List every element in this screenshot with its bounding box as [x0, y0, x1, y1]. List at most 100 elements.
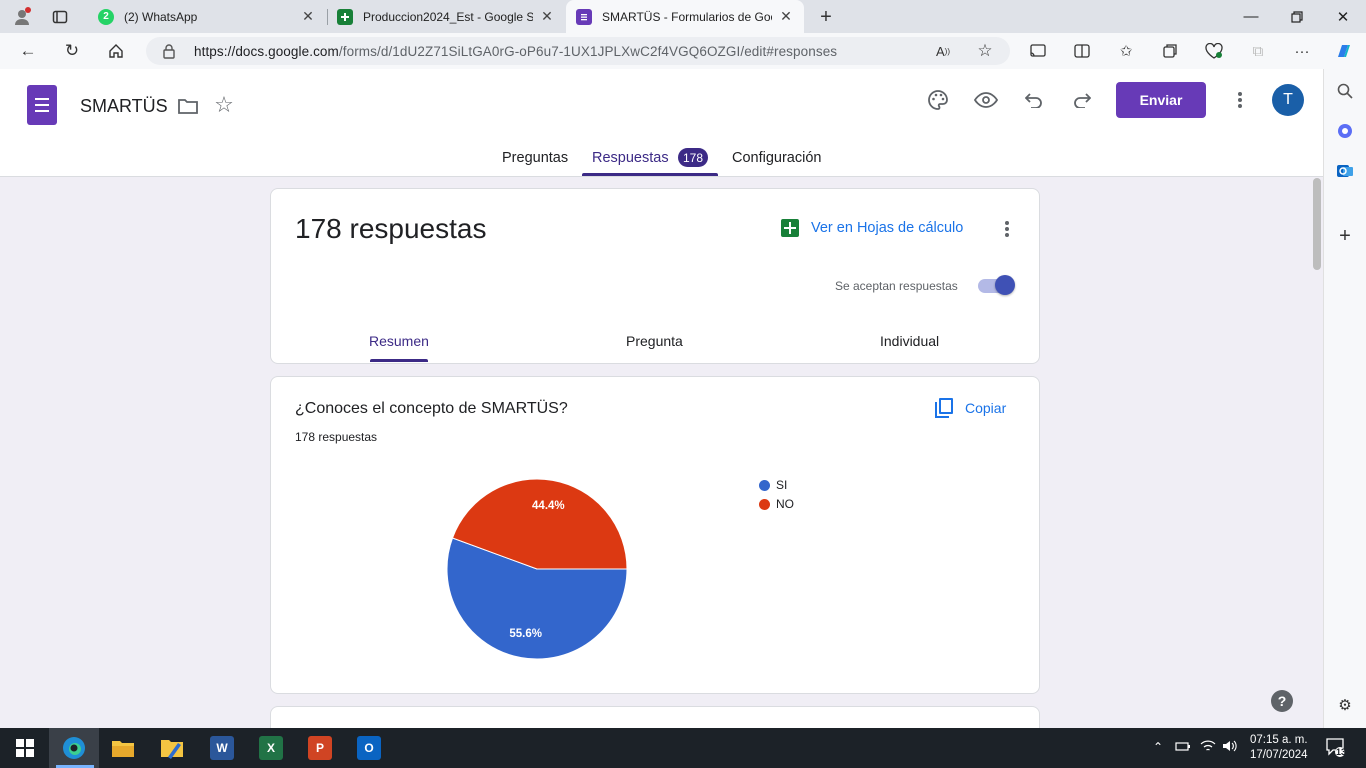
address-bar: ← ↻ https://docs.google.com/forms/d/1dU2… [0, 33, 1366, 69]
reload-icon[interactable]: ↻ [58, 37, 86, 65]
legend-label: NO [776, 497, 794, 511]
favorites-icon[interactable]: ✩ [1114, 39, 1138, 63]
tab-title: (2) WhatsApp [124, 9, 198, 24]
redo-icon[interactable] [1068, 86, 1096, 114]
minimize-icon[interactable]: — [1228, 0, 1274, 33]
scrollbar-thumb[interactable] [1313, 178, 1321, 270]
view-in-sheets-link[interactable]: Ver en Hojas de cálculo [781, 219, 963, 237]
active-subtab-indicator [370, 359, 428, 362]
windows-start-icon[interactable] [13, 736, 37, 760]
volume-icon[interactable] [1222, 740, 1238, 755]
close-icon[interactable]: ✕ [539, 8, 555, 25]
tab-settings[interactable]: Configuración [732, 150, 821, 166]
notifications-icon[interactable]: 13 [1325, 737, 1347, 760]
excel-icon[interactable]: X [259, 736, 283, 760]
whatsapp-icon: 2 [98, 8, 114, 25]
word-icon[interactable]: W [210, 736, 234, 760]
pie-chart: 55.6% 44.4% [446, 478, 628, 660]
tab-title: SMARTÜS - Formularios de Goog [602, 9, 772, 24]
favorite-star-icon[interactable]: ☆ [973, 39, 997, 63]
forms-logo-icon[interactable] [27, 85, 57, 125]
restore-icon[interactable] [1274, 0, 1320, 33]
summary-card: 178 respuestas Ver en Hojas de cálculo S… [270, 188, 1040, 364]
battery-icon[interactable] [1175, 740, 1191, 755]
more-vert-icon[interactable] [995, 217, 1019, 241]
collections-icon[interactable] [1158, 39, 1182, 63]
copilot-sidebar-icon[interactable] [1333, 119, 1357, 143]
tab-forms[interactable]: SMARTÜS - Formularios de Goog ✕ [566, 0, 804, 33]
view-in-sheets-label: Ver en Hojas de cálculo [811, 220, 964, 236]
outlook-taskbar-icon[interactable]: O [357, 736, 381, 760]
legend-swatch [759, 479, 770, 491]
chevron-up-icon[interactable]: ⌃ [1153, 740, 1163, 754]
copilot-icon[interactable] [1332, 39, 1356, 63]
subtab-individual[interactable]: Individual [880, 333, 939, 349]
sheets-icon [781, 219, 799, 237]
edge-browser-icon[interactable] [62, 736, 86, 760]
send-button[interactable]: Enviar [1116, 82, 1206, 118]
cast-icon[interactable] [1026, 39, 1050, 63]
url-text: https://docs.google.com/forms/d/1dU2Z71S… [194, 44, 837, 59]
accepting-responses-label: Se aceptan respuestas [835, 279, 958, 293]
search-icon[interactable] [1333, 79, 1357, 103]
legend-swatch [759, 498, 770, 510]
responses-count-badge: 178 [678, 148, 708, 167]
star-icon[interactable]: ☆ [210, 91, 238, 119]
sheets-icon [337, 8, 353, 25]
file-explorer-icon[interactable] [111, 736, 135, 760]
legend-label: SI [776, 478, 788, 492]
document-title[interactable]: SMARTÜS [80, 96, 168, 117]
network-icon[interactable] [1200, 740, 1216, 755]
settings-more-icon[interactable]: ··· [1290, 39, 1314, 63]
close-icon[interactable]: ✕ [778, 8, 794, 25]
home-icon[interactable] [102, 37, 130, 65]
clock[interactable]: 07:15 a. m. 17/07/2024 [1250, 733, 1308, 763]
toggle-knob[interactable] [995, 275, 1015, 295]
lock-icon[interactable] [162, 43, 176, 64]
subtab-question[interactable]: Pregunta [626, 333, 683, 349]
notifications-count: 13 [1336, 747, 1347, 757]
tab-sheets[interactable]: Produccion2024_Est - Google Sh ✕ [327, 0, 565, 33]
subtab-summary[interactable]: Resumen [369, 333, 429, 349]
url-host: https://docs.google.com [194, 44, 339, 59]
extension-icon[interactable]: ⧉ [1246, 39, 1270, 63]
more-vert-icon[interactable] [1226, 86, 1254, 114]
response-count-heading: 178 respuestas [295, 213, 487, 244]
forms-icon [576, 8, 592, 25]
preview-eye-icon[interactable] [972, 86, 1000, 114]
edge-sidebar: + ⚙ [1323, 69, 1366, 728]
url-field[interactable]: https://docs.google.com/forms/d/1dU2Z71S… [146, 37, 1010, 65]
split-screen-icon[interactable] [1070, 39, 1094, 63]
tab-responses[interactable]: Respuestas [592, 150, 669, 166]
clock-date: 17/07/2024 [1250, 749, 1308, 761]
windows-taskbar: W X P O ⌃ 07:15 a. m. 17/07/2024 13 [0, 728, 1366, 768]
clock-time: 07:15 a. m. [1250, 734, 1308, 746]
tab-actions-icon[interactable] [49, 6, 71, 28]
file-manager-icon[interactable] [160, 736, 184, 760]
read-aloud-icon[interactable]: A)) [931, 39, 955, 63]
help-icon[interactable]: ? [1271, 690, 1293, 712]
forms-header: SMARTÜS ☆ Enviar T Preguntas Respuestas … [0, 69, 1323, 177]
tab-whatsapp[interactable]: 2 (2) WhatsApp ✕ [88, 0, 326, 33]
new-tab-icon[interactable]: + [815, 6, 837, 28]
close-window-icon[interactable]: ✕ [1320, 0, 1366, 33]
folder-icon[interactable] [174, 92, 202, 120]
close-icon[interactable]: ✕ [300, 8, 316, 25]
url-path: /forms/d/1dU2Z71SiLtGA0rG-oP6u7-1UX1JPLX… [338, 44, 838, 59]
legend-item[interactable]: NO [759, 497, 794, 511]
question-summary-card: ¿Conoces el concepto de SMARTÜS? 178 res… [270, 376, 1040, 694]
gear-icon[interactable]: ⚙ [1333, 693, 1357, 717]
avatar[interactable]: T [1272, 84, 1304, 116]
outlook-icon[interactable] [1333, 159, 1357, 183]
tab-questions[interactable]: Preguntas [502, 150, 568, 166]
back-icon[interactable]: ← [14, 37, 42, 65]
palette-icon[interactable] [924, 86, 952, 114]
browser-tab-bar: 2 (2) WhatsApp ✕ Produccion2024_Est - Go… [0, 0, 1366, 33]
add-icon[interactable]: + [1333, 224, 1357, 248]
powerpoint-icon[interactable]: P [308, 736, 332, 760]
legend-item[interactable]: SI [759, 478, 787, 492]
active-tab-indicator [582, 173, 718, 176]
undo-icon[interactable] [1020, 86, 1048, 114]
browser-essentials-icon[interactable] [1202, 39, 1226, 63]
profile-icon[interactable] [11, 6, 33, 28]
